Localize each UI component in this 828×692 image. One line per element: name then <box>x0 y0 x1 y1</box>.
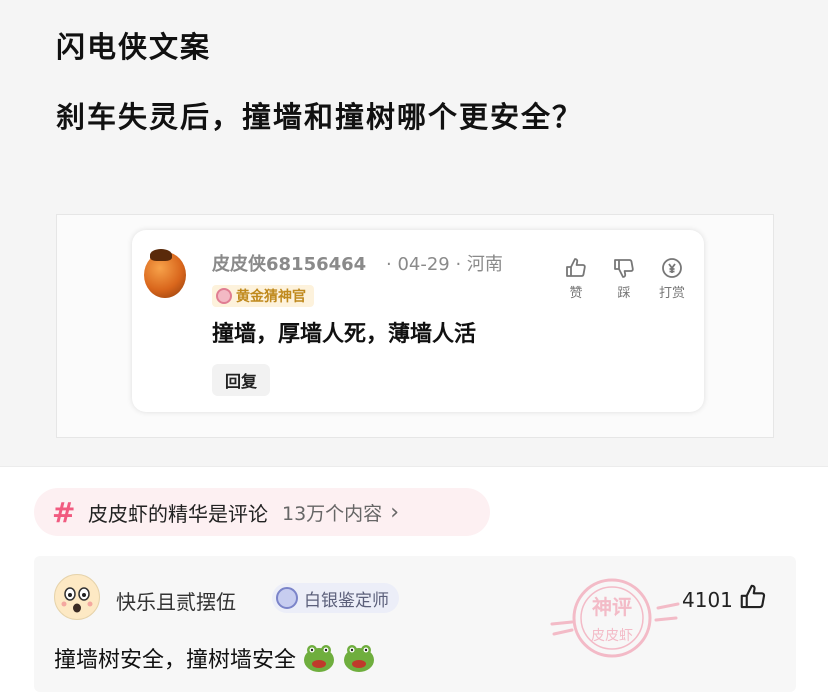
stamp-top-text: 神评 <box>592 595 632 619</box>
avatar <box>144 249 186 298</box>
topic-name: 皮皮虾的精华是评论 <box>88 501 268 526</box>
tip-label: 打赏 <box>658 286 685 301</box>
topic-count: 13万个内容 <box>282 502 383 525</box>
gold-badge: 黄金猜神官 <box>212 285 314 307</box>
topic-pill[interactable]: # 皮皮虾的精华是评论 13万个内容 › <box>34 488 490 536</box>
hot-comment-text-row: 撞墙树安全，撞树墙安全 <box>54 642 376 674</box>
hashtag-icon: # <box>52 495 76 529</box>
post-section: 闪电侠文案 刹车失灵后，撞墙和撞树哪个更安全？ 皮皮侠68156464 · 04… <box>0 0 828 467</box>
thumbs-up-icon[interactable] <box>738 582 768 612</box>
hot-comment-username[interactable]: 快乐且贰摆伍 <box>116 586 236 615</box>
frog-emoji-icon <box>344 645 375 672</box>
stamp-bottom-text: 皮皮虾 <box>591 628 633 644</box>
dislike-label: 踩 <box>617 286 631 301</box>
comment-meta: · 04-29 · 河南 <box>386 254 503 275</box>
tip-action: 打赏 <box>654 256 690 301</box>
post-title: 闪电侠文案 <box>56 30 212 64</box>
comment-username: 皮皮侠68156464 <box>212 254 367 275</box>
gold-badge-label: 黄金猜神官 <box>236 289 306 305</box>
hot-comment-text: 撞墙树安全，撞树墙安全 <box>54 648 297 673</box>
thumbs-up-icon <box>566 258 586 277</box>
thumbs-down-icon <box>614 259 634 278</box>
tip-coin-icon <box>662 258 682 278</box>
chevron-right-icon: › <box>390 499 399 525</box>
medal-icon <box>216 288 232 304</box>
frog-emoji-icon <box>304 645 335 672</box>
shenping-stamp: 神评 皮皮虾 <box>550 578 680 658</box>
like-count: 4101 <box>682 588 733 612</box>
silver-badge: 白银鉴定师 <box>272 583 399 613</box>
medal-icon <box>276 587 298 609</box>
post-question: 刹车失灵后，撞墙和撞树哪个更安全？ <box>56 100 584 134</box>
silver-badge-label: 白银鉴定师 <box>304 590 389 611</box>
reply-button: 回复 <box>212 364 270 396</box>
dislike-action: 踩 <box>606 256 642 301</box>
embedded-comment-card: 皮皮侠68156464 · 04-29 · 河南 黄金猜神官 撞墙，厚墙人死，薄… <box>132 230 704 412</box>
comment-text: 撞墙，厚墙人死，薄墙人活 <box>212 322 477 347</box>
avatar[interactable] <box>54 574 100 620</box>
hot-comment: 快乐且贰摆伍 白银鉴定师 神评 皮皮虾 4101 撞墙树安全，撞树墙安全 <box>34 556 796 692</box>
surprised-face-icon <box>61 587 93 613</box>
like-action: 赞 <box>558 256 594 301</box>
like-label: 赞 <box>569 286 583 301</box>
